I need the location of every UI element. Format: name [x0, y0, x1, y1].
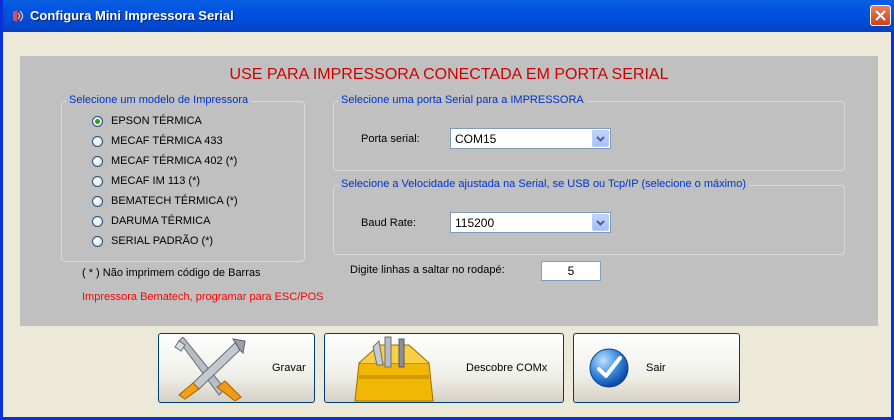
footer-lines-input[interactable]: 5	[541, 261, 601, 281]
serial-port-label: Porta serial:	[361, 133, 420, 145]
check-icon	[589, 348, 629, 388]
discover-com-button[interactable]: Descobre COMx	[324, 333, 564, 403]
radio-label: DARUMA TÉRMICA	[111, 215, 211, 227]
tools-icon	[174, 337, 246, 401]
radio-button[interactable]	[92, 135, 103, 147]
serial-port-group-title: Selecione uma porta Serial para a IMPRES…	[338, 94, 587, 106]
radio-label: MECAF TÉRMICA 402 (*)	[111, 155, 238, 167]
exit-button[interactable]: Sair	[573, 333, 740, 403]
exit-button-label: Sair	[646, 362, 666, 374]
radio-epson[interactable]: EPSON TÉRMICA	[92, 113, 202, 129]
radio-label: EPSON TÉRMICA	[111, 115, 202, 127]
window-title: Configura Mini Impressora Serial	[30, 8, 234, 23]
radio-label: BEMATECH TÉRMICA (*)	[111, 195, 238, 207]
close-button[interactable]	[870, 5, 891, 26]
radio-bematech[interactable]: BEMATECH TÉRMICA (*)	[92, 193, 238, 209]
radio-button[interactable]	[92, 115, 103, 127]
radio-label: MECAF IM 113 (*)	[111, 175, 201, 187]
headline: USE PARA IMPRESSORA CONECTADA EM PORTA S…	[229, 66, 669, 83]
baud-rate-value: 115200	[455, 216, 495, 230]
save-button-label: Gravar	[272, 362, 306, 374]
printer-app-icon	[13, 10, 24, 22]
radio-button[interactable]	[92, 155, 103, 167]
chevron-down-icon	[596, 136, 605, 142]
radio-button[interactable]	[92, 235, 103, 247]
radio-button[interactable]	[92, 195, 103, 207]
baud-rate-label: Baud Rate:	[361, 217, 417, 229]
baud-rate-dropdown-button[interactable]	[592, 214, 609, 231]
title-bar[interactable]: Configura Mini Impressora Serial	[3, 0, 894, 32]
baud-rate-group-title: Selecione a Velocidade ajustada na Seria…	[338, 178, 749, 190]
radio-label: SERIAL PADRÃO (*)	[111, 235, 214, 247]
baud-rate-select[interactable]: 115200	[450, 212, 611, 233]
save-button[interactable]: Gravar	[158, 333, 315, 403]
serial-port-select[interactable]: COM15	[450, 128, 611, 149]
serial-port-dropdown-button[interactable]	[592, 130, 609, 147]
main-window: Configura Mini Impressora Serial USE PAR…	[0, 0, 894, 420]
radio-serial-padrao[interactable]: SERIAL PADRÃO (*)	[92, 233, 213, 249]
radio-button[interactable]	[92, 175, 103, 187]
toolbox-icon	[354, 336, 434, 402]
radio-mecaf-402[interactable]: MECAF TÉRMICA 402 (*)	[92, 153, 237, 169]
printer-model-group-title: Selecione um modelo de Impressora	[66, 94, 252, 106]
radio-daruma[interactable]: DARUMA TÉRMICA	[92, 213, 210, 229]
radio-mecaf-433[interactable]: MECAF TÉRMICA 433	[92, 133, 223, 149]
close-icon	[875, 10, 886, 21]
config-panel: USE PARA IMPRESSORA CONECTADA EM PORTA S…	[20, 56, 878, 326]
radio-button[interactable]	[92, 215, 103, 227]
radio-label: MECAF TÉRMICA 433	[111, 135, 223, 147]
radio-mecaf-im113[interactable]: MECAF IM 113 (*)	[92, 173, 200, 189]
discover-com-button-label: Descobre COMx	[466, 362, 548, 374]
bematech-warning: Impressora Bematech, programar para ESC/…	[82, 291, 324, 303]
footer-lines-label: Digite linhas a saltar no rodapé:	[350, 264, 505, 276]
serial-port-value: COM15	[455, 132, 497, 146]
barcode-note: ( * ) Não imprimem código de Barras	[82, 267, 261, 279]
chevron-down-icon	[596, 220, 605, 226]
